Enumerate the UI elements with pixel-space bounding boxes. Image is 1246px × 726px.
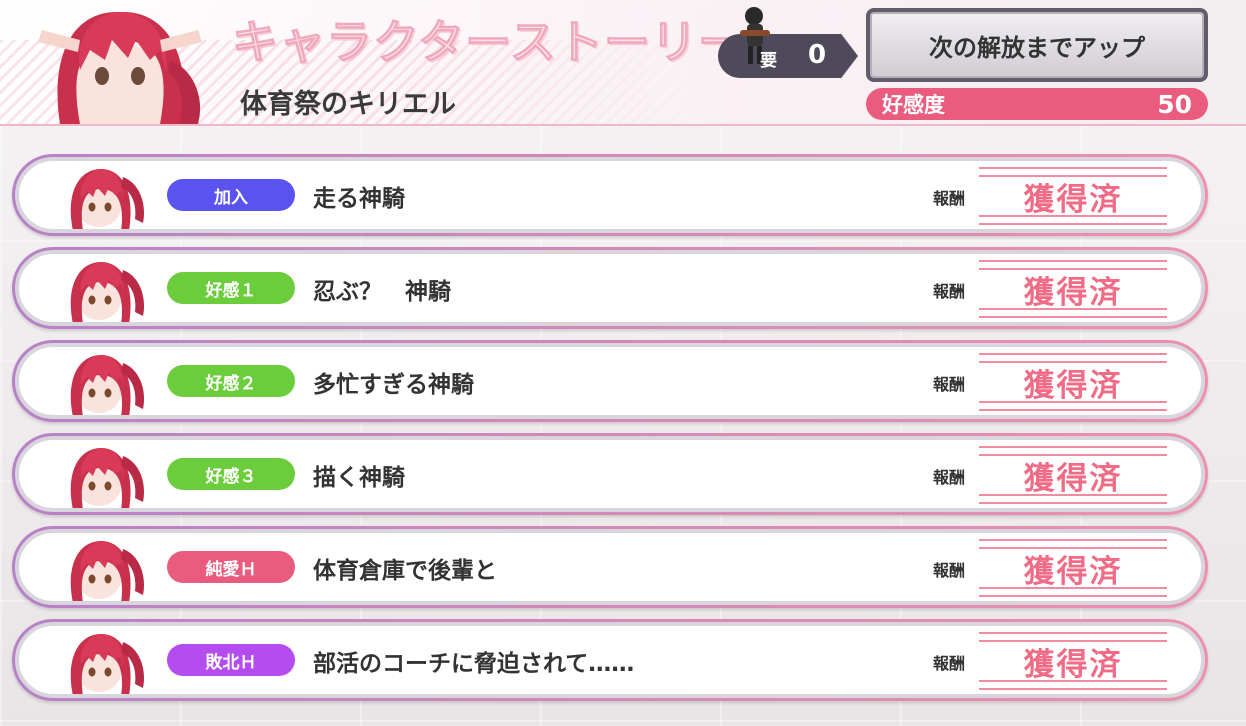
story-row-inner: 敗北Ｈ 部活のコーチに脅迫されて…… 報酬 獲得済 [15,622,1205,698]
header: キャラクターストーリー 体育祭のキリエル 要 0 次の解放までアップ 好感度 5… [0,0,1246,126]
key-count: 0 [808,40,827,70]
story-title: 体育倉庫で後輩と [313,558,497,584]
story-type-badge: 好感２ [167,365,295,397]
character-face-icon [59,628,149,694]
reward-label: 報酬 [933,282,966,301]
character-face-icon [59,349,149,415]
story-title: 走る神騎 [313,186,405,212]
character-face-icon [59,442,149,508]
story-title: 部活のコーチに脅迫されて…… [313,651,635,677]
story-title: 描く神騎 [313,465,405,491]
character-face-icon [59,163,149,229]
story-row-inner: 好感２ 多忙すぎる神騎 報酬 獲得済 [15,343,1205,419]
story-row[interactable]: 好感３ 描く神騎 報酬 獲得済 [12,433,1208,515]
story-row-inner: 好感３ 描く神騎 報酬 獲得済 [15,436,1205,512]
affinity-bar: 好感度 50 [866,88,1208,120]
reward-label: 報酬 [933,189,966,208]
key-label: 要 [760,51,777,71]
reward-label: 報酬 [933,654,966,673]
character-face-icon [59,535,149,601]
story-type-badge: 純愛Ｈ [167,551,295,583]
story-row[interactable]: 好感１ 忍ぶ？ 神騎 報酬 獲得済 [12,247,1208,329]
story-type-badge: 好感１ [167,272,295,304]
reward-status-obtained: 獲得済 [979,628,1167,694]
reward-status-obtained: 獲得済 [979,442,1167,508]
reward-status-obtained: 獲得済 [979,535,1167,601]
reward-status-obtained: 獲得済 [979,256,1167,322]
story-row-inner: 加入 走る神騎 報酬 獲得済 [15,157,1205,233]
character-name: 体育祭のキリエル [240,89,456,120]
story-row[interactable]: 純愛Ｈ 体育倉庫で後輩と 報酬 獲得済 [12,526,1208,608]
affinity-label: 好感度 [882,93,945,117]
affinity-value: 50 [1157,89,1192,119]
story-type-badge: 敗北Ｈ [167,644,295,676]
story-type-badge: 加入 [167,179,295,211]
reward-label: 報酬 [933,468,966,487]
character-portrait [20,0,220,124]
story-type-badge: 好感３ [167,458,295,490]
story-row[interactable]: 加入 走る神騎 報酬 獲得済 [12,154,1208,236]
story-title: 多忙すぎる神騎 [313,372,474,398]
page-title: キャラクターストーリー [232,15,745,70]
story-row[interactable]: 好感２ 多忙すぎる神騎 報酬 獲得済 [12,340,1208,422]
reward-label: 報酬 [933,561,966,580]
character-face-icon [59,256,149,322]
unlock-next-button[interactable]: 次の解放までアップ [866,8,1208,82]
reward-label: 報酬 [933,375,966,394]
story-row[interactable]: 敗北Ｈ 部活のコーチに脅迫されて…… 報酬 獲得済 [12,619,1208,701]
reward-status-obtained: 獲得済 [979,349,1167,415]
story-row-inner: 純愛Ｈ 体育倉庫で後輩と 報酬 獲得済 [15,529,1205,605]
reward-status-obtained: 獲得済 [979,163,1167,229]
story-title: 忍ぶ？ 神騎 [313,279,451,305]
story-row-inner: 好感１ 忍ぶ？ 神騎 報酬 獲得済 [15,250,1205,326]
